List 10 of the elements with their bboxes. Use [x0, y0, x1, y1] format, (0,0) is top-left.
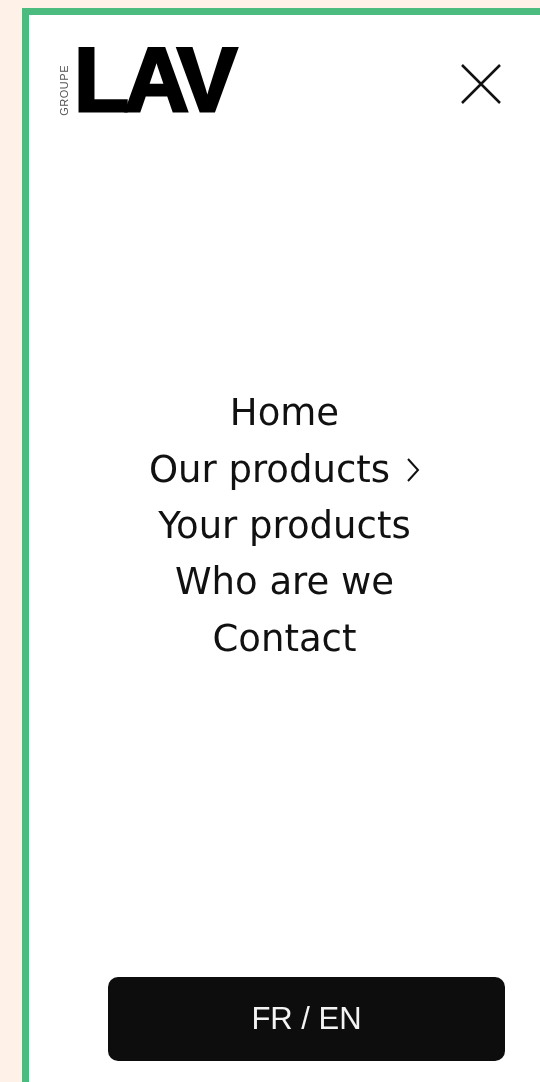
logo[interactable]: LAV — [74, 45, 233, 116]
close-button[interactable] — [460, 63, 502, 105]
menu-item[interactable]: Who are we — [174, 560, 395, 605]
menu-item[interactable]: Home — [229, 391, 340, 436]
menu-item[interactable]: Contact — [212, 616, 357, 662]
close-icon — [460, 63, 502, 105]
logo-prefix: GROUPE — [59, 64, 70, 116]
menu-item[interactable]: Our products — [148, 447, 421, 492]
language-button[interactable]: FR / EN — [108, 977, 505, 1061]
menu-item[interactable]: Your products — [158, 503, 411, 549]
